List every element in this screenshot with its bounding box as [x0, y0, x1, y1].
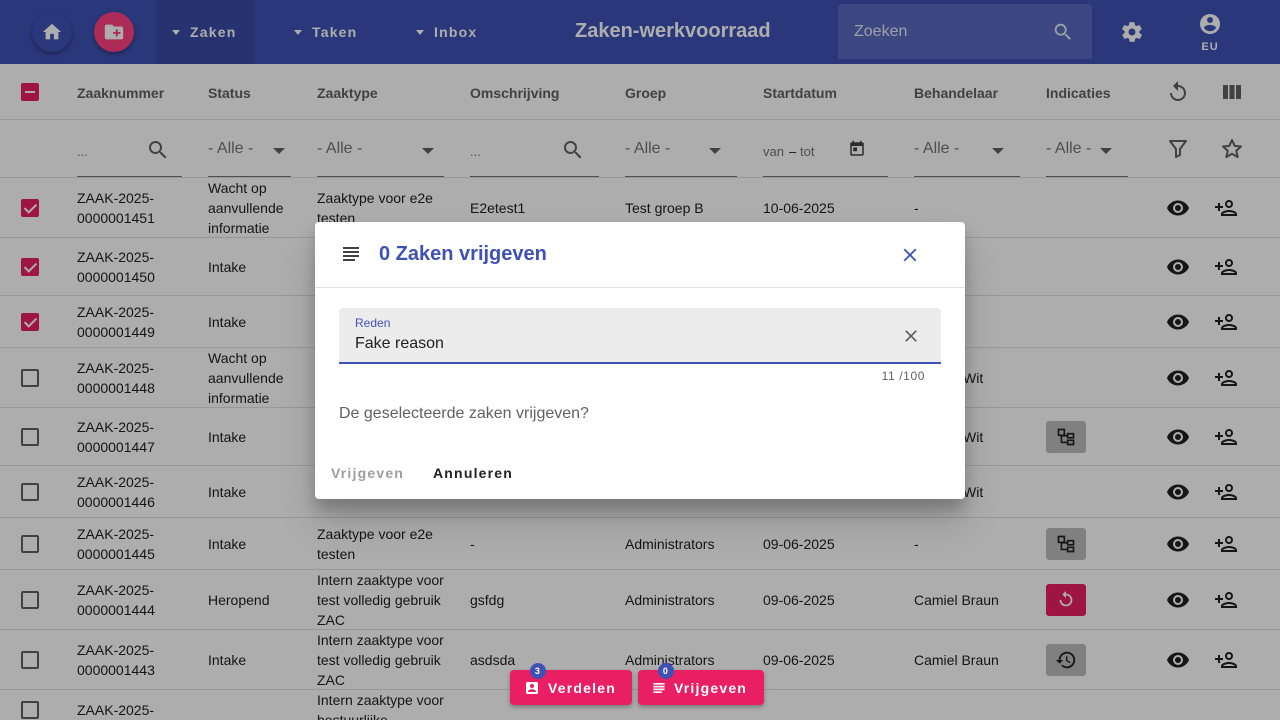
dialog-message: De geselecteerde zaken vrijgeven? — [339, 405, 589, 422]
assign-user-icon — [526, 681, 538, 694]
reden-label: Reden — [355, 316, 391, 330]
vrijgeven-button[interactable]: 0 Vrijgeven — [638, 663, 764, 705]
reden-field[interactable]: Reden Fake reason — [339, 308, 941, 364]
notes-lines-icon — [343, 247, 359, 261]
verdelen-label: Verdelen — [548, 679, 616, 696]
verdelen-count-badge: 3 — [530, 663, 546, 679]
reden-input[interactable]: Fake reason — [355, 335, 444, 353]
clear-icon[interactable] — [901, 326, 921, 346]
release-dialog: 0 Zaken vrijgeven Reden Fake reason 11 /… — [315, 222, 965, 499]
annuleren-button[interactable]: Annuleren — [433, 465, 513, 481]
notes-lines-icon — [653, 682, 665, 693]
dialog-header: 0 Zaken vrijgeven — [315, 222, 965, 288]
character-counter: 11 /100 — [881, 369, 925, 383]
vrijgeven-label: Vrijgeven — [674, 679, 748, 696]
vrijgeven-count-badge: 0 — [658, 663, 674, 679]
verdelen-button[interactable]: 3 Verdelen — [510, 663, 632, 705]
close-icon[interactable] — [899, 244, 921, 266]
vrijgeven-confirm-button[interactable]: Vrijgeven — [331, 465, 404, 481]
dialog-title: 0 Zaken vrijgeven — [379, 243, 547, 265]
